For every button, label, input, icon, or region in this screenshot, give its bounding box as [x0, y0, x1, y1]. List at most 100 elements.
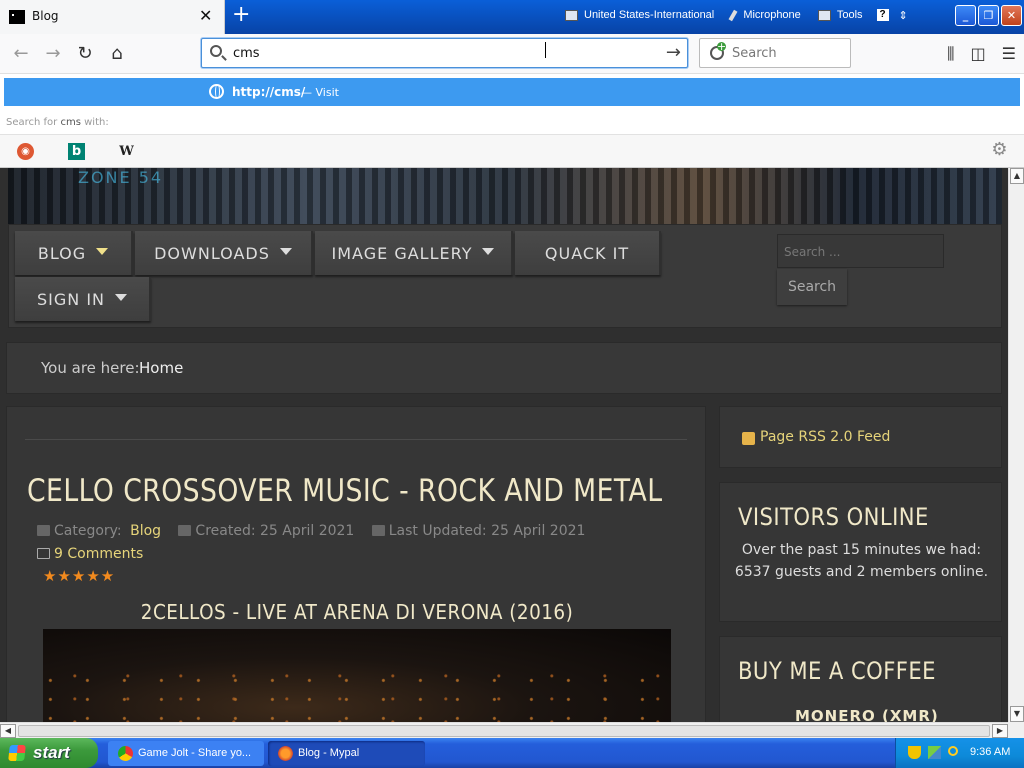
close-window-button[interactable]: ✕	[1001, 5, 1022, 26]
menu-image-gallery-label: IMAGE GALLERY	[331, 243, 473, 263]
visitors-module: VISITORS ONLINE Over the past 15 minutes…	[719, 482, 1002, 622]
taskbar-item-game-jolt[interactable]: Game Jolt - Share yo...	[108, 741, 264, 766]
wikipedia-icon[interactable]: W	[118, 143, 135, 160]
article-title[interactable]: CELLO CROSSOVER MUSIC - ROCK AND METAL	[27, 473, 662, 509]
search-settings-gear-icon[interactable]: ⚙	[991, 141, 1008, 159]
folder-icon	[37, 525, 50, 536]
chevron-down-icon	[115, 293, 127, 301]
address-bar[interactable]: cms →	[201, 38, 688, 68]
article-meta: Category: Blog Created: 25 April 2021 La…	[37, 523, 589, 539]
horizontal-scrollbar[interactable]: ◀ ▶	[0, 722, 1008, 738]
calendar-icon	[371, 525, 385, 536]
go-arrow-icon[interactable]: →	[666, 42, 681, 63]
search-tray-icon[interactable]	[948, 746, 958, 756]
breadcrumb-label: You are here:	[41, 359, 140, 377]
search-icon	[210, 45, 222, 57]
langbar-options-icon[interactable]: ⇕	[899, 9, 908, 22]
help-icon[interactable]: ?	[876, 9, 889, 21]
coffee-module: BUY ME A COFFEE MONERO (XMR)	[719, 636, 1002, 722]
comment-icon	[37, 548, 50, 559]
new-tab-button[interactable]: +	[232, 4, 250, 26]
suggestion-visit-row[interactable]: http://cms/ — Visit	[4, 78, 1020, 106]
clock[interactable]: 9:36 AM	[970, 746, 1010, 758]
site-favicon-icon	[9, 10, 25, 24]
chevron-down-icon	[96, 247, 109, 255]
network-icon[interactable]	[928, 746, 941, 759]
language-selector[interactable]: United States-International	[584, 9, 714, 21]
menu-blog[interactable]: BLOG	[15, 231, 133, 275]
home-icon[interactable]: ⌂	[104, 41, 130, 67]
close-tab-icon[interactable]: ✕	[199, 6, 212, 25]
site-banner[interactable]: ZONE 54	[8, 168, 1002, 224]
category-link[interactable]: Blog	[130, 523, 161, 539]
monero-heading: MONERO (XMR)	[795, 707, 939, 722]
tab-blog[interactable]: Blog ✕	[0, 0, 225, 34]
chevron-down-icon	[279, 247, 292, 255]
url-suggestion-popup: http://cms/ — Visit Search for cms with:	[0, 74, 1024, 134]
menu-downloads[interactable]: DOWNLOADS	[135, 231, 313, 275]
back-arrow-icon[interactable]: ←	[8, 41, 34, 67]
scroll-right-icon[interactable]: ▶	[992, 724, 1008, 738]
breadcrumb: You are here: Home	[6, 342, 1002, 394]
scroll-up-icon[interactable]: ▲	[1010, 168, 1024, 184]
created-date: Created: 25 April 2021	[195, 523, 355, 539]
duckduckgo-icon[interactable]: ◉	[17, 143, 34, 160]
menu-icon[interactable]: ☰	[1002, 44, 1016, 64]
language-bar: United States-International Microphone T…	[565, 4, 908, 26]
tools-button[interactable]: Tools	[837, 9, 863, 21]
microphone-icon[interactable]	[728, 9, 738, 21]
tools-icon[interactable]	[817, 9, 831, 21]
suggestion-url: http://cms/	[232, 85, 306, 99]
search-engine-icon[interactable]	[710, 42, 726, 60]
security-shield-icon[interactable]	[908, 746, 921, 759]
forward-arrow-icon[interactable]: →	[40, 41, 66, 67]
updated-date: Last Updated: 25 April 2021	[388, 523, 586, 539]
mypal-icon	[278, 746, 293, 761]
coffee-title: BUY ME A COFFEE	[738, 657, 936, 685]
search-for-label: Search for cms with:	[6, 117, 109, 128]
tab-strip: Blog ✕ + United States-International Mic…	[0, 0, 1024, 34]
divider	[25, 439, 687, 440]
scroll-left-icon[interactable]: ◀	[0, 724, 16, 738]
sidebar-icon[interactable]: ◫	[971, 44, 986, 64]
bing-icon[interactable]: b	[68, 143, 85, 160]
breadcrumb-home[interactable]: Home	[139, 359, 183, 377]
video-player[interactable]	[43, 629, 671, 722]
video-title: 2CELLOS - LIVE AT ARENA DI VERONA (2016)	[140, 600, 574, 624]
star-rating[interactable]: ★★★★★	[43, 567, 115, 585]
library-icon[interactable]: ⫼	[947, 44, 954, 64]
keyboard-icon[interactable]	[565, 9, 578, 21]
taskbar-item-blog[interactable]: Blog - Mypal	[268, 741, 425, 766]
menu-sign-in[interactable]: SIGN IN	[15, 277, 151, 321]
tab-title: Blog	[32, 9, 59, 23]
search-bar[interactable]: Search	[699, 38, 851, 68]
search-bar-placeholder: Search	[732, 46, 777, 61]
window-controls: _ ❐ ✕	[955, 5, 1022, 26]
scrollbar-thumb[interactable]	[18, 725, 990, 737]
minimize-button[interactable]: _	[955, 5, 976, 26]
start-button[interactable]: start	[0, 738, 98, 768]
address-input[interactable]: cms	[233, 46, 260, 61]
article: CELLO CROSSOVER MUSIC - ROCK AND METAL C…	[6, 406, 706, 722]
rss-icon	[742, 432, 755, 445]
site-search-input[interactable]: Search ...	[777, 234, 944, 268]
scroll-down-icon[interactable]: ▼	[1010, 706, 1024, 722]
reload-icon[interactable]: ↻	[72, 41, 98, 67]
windows-logo-icon	[8, 745, 26, 761]
restore-button[interactable]: ❐	[978, 5, 999, 26]
microphone-button[interactable]: Microphone	[743, 9, 800, 21]
site-search-button[interactable]: Search	[777, 269, 847, 305]
menu-sign-in-label: SIGN IN	[36, 289, 105, 309]
comments-link[interactable]: 9 Comments	[37, 546, 143, 562]
visitors-title: VISITORS ONLINE	[738, 503, 929, 531]
scrollbar-corner	[1008, 722, 1024, 738]
navigation-toolbar: ← → ↻ ⌂ cms → Search ⫼ ◫ ☰	[0, 34, 1024, 74]
rss-feed-link[interactable]: Page RSS 2.0 Feed	[760, 429, 890, 445]
calendar-icon	[178, 525, 192, 536]
visitors-text: Over the past 15 minutes we had: 6537 gu…	[734, 542, 989, 580]
menu-quack-it[interactable]: QUACK IT	[515, 231, 661, 275]
vertical-scrollbar[interactable]: ▲ ▼	[1008, 168, 1024, 722]
menu-image-gallery[interactable]: IMAGE GALLERY	[315, 231, 513, 275]
search-engine-bar: ◉ b W ⚙	[0, 134, 1024, 168]
taskbar: start Game Jolt - Share yo... Blog - Myp…	[0, 738, 1024, 768]
